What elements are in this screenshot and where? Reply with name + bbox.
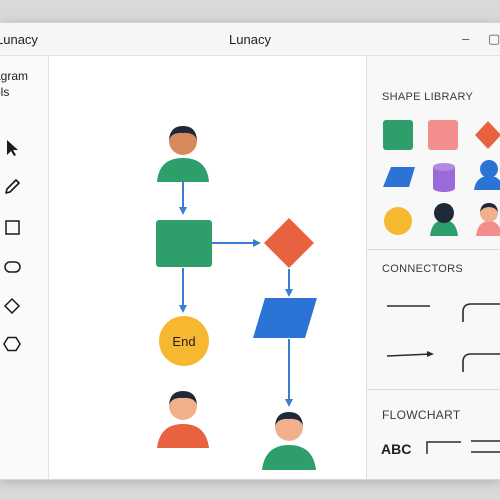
library-green-square-shape — [383, 120, 413, 150]
shape-library-grid — [383, 120, 500, 236]
tools-panel-title-line2: ols — [0, 85, 10, 99]
window-title: Lunacy — [229, 32, 271, 47]
library-circle-shape — [384, 207, 412, 235]
diagram-canvas[interactable]: End — [49, 56, 366, 479]
connector-arrow-icon — [386, 353, 432, 357]
pencil-tool-icon[interactable] — [2, 177, 22, 197]
person-icon-bottom-right — [262, 412, 316, 470]
tools-panel-title: agram ols — [0, 68, 28, 100]
library-pink-square-shape — [428, 120, 458, 150]
library-person-shape — [474, 160, 500, 190]
connectors-grid — [386, 303, 500, 372]
decision-shape — [264, 218, 314, 268]
rounded-rect-tool-icon[interactable] — [2, 257, 22, 277]
library-cylinder-shape — [433, 163, 455, 192]
rectangle-tool-icon[interactable] — [2, 218, 22, 238]
connector-elbow-icon — [462, 303, 500, 322]
library-diamond-shape — [475, 121, 500, 149]
person-icon-top — [157, 126, 209, 182]
minimize-icon[interactable]: – — [462, 31, 469, 46]
process-shape — [156, 220, 212, 267]
shape-library-heading: SHAPE LIBRARY — [382, 91, 474, 103]
pointer-tool-icon[interactable] — [2, 138, 22, 158]
connector-elbow-arrow-icon — [462, 353, 500, 372]
library-user-dark-shape — [430, 203, 458, 236]
library-panel: SHAPE LIBRARY CONNECTORS FLOWCHART ABC — [366, 56, 500, 479]
connectors-heading: CONNECTORS — [382, 263, 464, 275]
section-divider — [367, 389, 500, 390]
flowchart-connectors — [426, 440, 500, 454]
flowchart-step-connector-icon — [426, 441, 461, 454]
library-parallelogram-shape — [383, 167, 415, 187]
data-shape — [253, 298, 317, 338]
person-icon-bottom-left — [157, 391, 209, 448]
maximize-icon[interactable]: ▢ — [488, 31, 500, 47]
app-window: Lunacy Lunacy – ▢ agram ols — [0, 22, 500, 480]
flowchart-heading: FLOWCHART — [382, 408, 461, 422]
flowchart-diagram — [156, 126, 317, 470]
library-user-light-shape — [476, 203, 500, 236]
title-bar: Lunacy Lunacy – ▢ — [0, 23, 500, 56]
tools-panel-title-line1: agram — [0, 69, 29, 83]
diamond-tool-icon[interactable] — [2, 296, 22, 316]
end-shape-label: End — [172, 334, 196, 349]
section-divider — [367, 249, 500, 250]
hexagon-tool-icon[interactable] — [2, 334, 22, 354]
tools-panel: agram ols — [0, 56, 49, 479]
